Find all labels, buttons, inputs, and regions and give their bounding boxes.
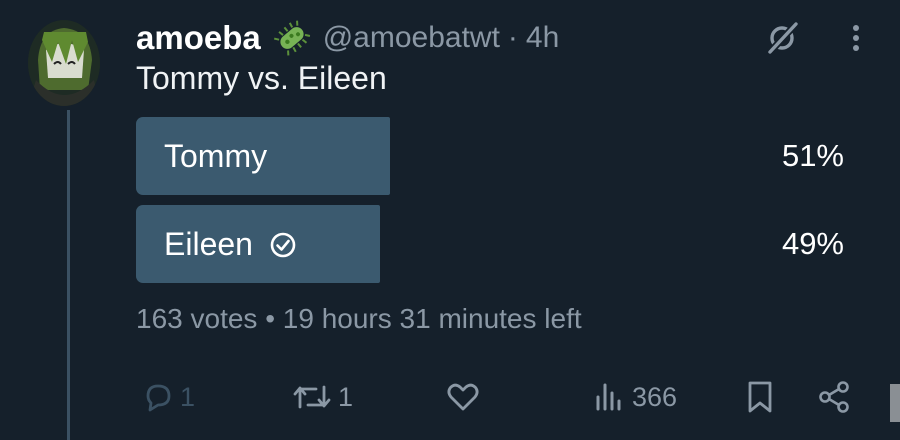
reply-count: 1 xyxy=(180,381,196,412)
separator: · xyxy=(507,21,518,54)
grok-icon xyxy=(767,21,799,55)
avatar-image xyxy=(28,20,100,106)
poll-option-label: Eileen xyxy=(164,205,297,283)
views-chart-icon xyxy=(596,383,621,411)
tweet-header: amoeba @amoebatwt · 4h xyxy=(136,16,559,60)
voted-check-icon xyxy=(269,230,297,258)
scrollbar-thumb[interactable] xyxy=(890,384,900,422)
repost-button[interactable]: 1 xyxy=(290,372,353,422)
like-button[interactable] xyxy=(444,372,486,422)
heart-icon xyxy=(447,383,479,411)
more-vertical-icon xyxy=(853,25,859,51)
poll-option-percent: 51% xyxy=(781,138,844,173)
poll-option-eileen[interactable]: Eileen 49% xyxy=(136,205,848,283)
repost-icon xyxy=(293,385,331,409)
poll-meta: 163 votes • 19 hours 31 minutes left xyxy=(136,303,582,334)
action-bar: 1 1 366 xyxy=(0,372,900,422)
microbe-emoji-icon xyxy=(273,19,311,57)
poll-option-percent: 49% xyxy=(781,226,844,261)
repost-count: 1 xyxy=(338,381,354,412)
share-icon xyxy=(819,381,849,413)
poll-option-text: Tommy xyxy=(164,137,268,174)
views-count: 366 xyxy=(632,381,678,412)
views-button[interactable]: 366 xyxy=(594,372,677,422)
display-name[interactable]: amoeba xyxy=(136,19,261,57)
bookmark-icon xyxy=(748,381,772,413)
reply-icon xyxy=(146,384,171,412)
poll-option-tommy[interactable]: Tommy 51% xyxy=(136,117,848,195)
share-button[interactable] xyxy=(816,372,852,422)
more-options-button[interactable] xyxy=(838,18,874,58)
tweet-text: Tommy vs. Eileen xyxy=(136,60,387,96)
poll-option-label: Tommy xyxy=(164,117,267,195)
grok-button[interactable] xyxy=(762,18,802,58)
avatar[interactable] xyxy=(28,20,100,106)
timestamp[interactable]: 4h xyxy=(526,21,559,55)
bookmark-button[interactable] xyxy=(744,372,776,422)
user-handle[interactable]: @amoebatwt xyxy=(323,21,500,55)
reply-button[interactable]: 1 xyxy=(140,372,195,422)
poll-option-text: Eileen xyxy=(164,225,253,262)
